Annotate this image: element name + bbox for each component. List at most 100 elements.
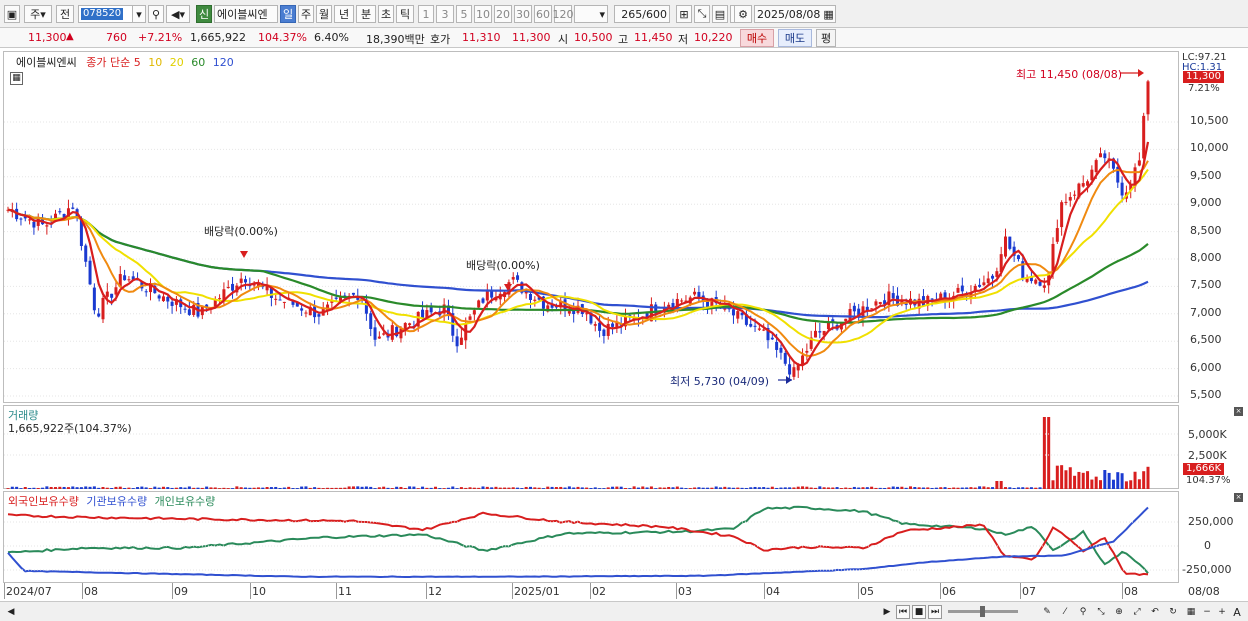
volume-bar — [54, 487, 57, 489]
legend-series-label: 종가 단순 — [86, 56, 131, 69]
candle-body — [278, 299, 282, 301]
crosshair-icon[interactable]: ⤡ — [694, 5, 710, 23]
low-price: 10,220 — [694, 31, 733, 44]
interval-5[interactable]: 5 — [456, 5, 472, 23]
volume-bar — [649, 486, 653, 489]
candle-body — [183, 308, 187, 310]
volume-bar — [421, 486, 425, 489]
volume-panel[interactable]: 거래량 1,665,922주(104.37%) — [3, 405, 1180, 489]
volume-bar — [822, 487, 826, 489]
candle-body — [956, 287, 960, 293]
tool-refresh-icon[interactable]: ↻ — [1166, 605, 1180, 619]
volume-bar — [982, 486, 986, 489]
volume-bar — [161, 486, 165, 489]
volume-bar — [41, 487, 45, 489]
candle-body — [783, 352, 787, 364]
scroll-right-icon[interactable]: ▶ — [880, 605, 894, 619]
eval-button[interactable]: 평 — [816, 29, 836, 47]
x-tick-mark — [336, 583, 337, 599]
stop-icon[interactable]: ■ — [912, 605, 926, 619]
tab-year[interactable]: 년 — [334, 5, 354, 23]
interval-dropdown[interactable]: ▾ — [574, 5, 608, 23]
search-icon[interactable]: ⚲ — [148, 5, 164, 23]
save-icon[interactable]: ▤ — [712, 5, 728, 23]
display-count-field[interactable]: 265/600 — [614, 5, 670, 23]
tab-tick[interactable]: 틱 — [396, 5, 414, 23]
volume-bar — [28, 487, 32, 489]
x-tick-mark — [250, 583, 251, 599]
tab-second[interactable]: 초 — [378, 5, 394, 23]
tab-month[interactable]: 월 — [316, 5, 332, 23]
candle-body — [516, 275, 520, 280]
candle-body — [749, 323, 753, 327]
sell-button[interactable]: 매도 — [778, 29, 812, 47]
volume-bar — [1077, 471, 1081, 489]
tab-day[interactable]: 일 — [280, 5, 296, 23]
date-field[interactable]: 2025/08/08 ▦ — [754, 5, 836, 23]
candle-body — [19, 218, 23, 220]
tool-fit-icon[interactable]: ⤢ — [1130, 605, 1144, 619]
prev-button[interactable]: 전 — [56, 5, 74, 23]
candle-body — [982, 282, 986, 286]
code-dropdown-icon[interactable]: ▾ — [132, 5, 146, 23]
zoom-out-icon[interactable]: − — [1200, 605, 1214, 619]
volume-bar — [1116, 472, 1120, 489]
tool-search-icon[interactable]: ⚲ — [1076, 605, 1090, 619]
zoom-in-icon[interactable]: + — [1215, 605, 1229, 619]
scroll-left-icon[interactable]: ◀ — [4, 605, 18, 619]
price-chart-panel[interactable]: 에이블씨엔씨 종가 단순 5 10 20 60 120 ▦ 최고 11,450 … — [3, 51, 1180, 403]
price-tick: 8,000 — [1190, 251, 1222, 264]
buy-button[interactable]: 매수 — [740, 29, 774, 47]
period-selector[interactable]: 주 ▾ — [24, 5, 52, 23]
candle-body — [1137, 160, 1141, 166]
candle-body — [818, 331, 822, 333]
tool-pen-icon[interactable]: ✎ — [1040, 605, 1054, 619]
volume-bar — [939, 487, 943, 489]
candle-body — [1008, 236, 1012, 249]
interval-20[interactable]: 20 — [494, 5, 512, 23]
tool-zoom-icon[interactable]: ⊕ — [1112, 605, 1126, 619]
candle-body — [1068, 197, 1072, 201]
interval-10[interactable]: 10 — [474, 5, 492, 23]
volume-bar — [170, 487, 174, 489]
speaker-icon[interactable]: ◀▾ — [166, 5, 190, 23]
auto-scale-icon[interactable]: A — [1230, 605, 1244, 619]
x-tick: 2024/07 — [6, 585, 52, 598]
interval-60[interactable]: 60 — [534, 5, 552, 23]
volume-bar — [62, 486, 66, 489]
tool-measure-icon[interactable]: ⤡ — [1094, 605, 1108, 619]
volume-bar — [775, 487, 779, 489]
candle-body — [429, 307, 433, 313]
tab-minute[interactable]: 분 — [356, 5, 376, 23]
volume-bar — [541, 488, 545, 489]
volume-bar — [1142, 471, 1146, 489]
candle-body — [930, 298, 934, 300]
forward-icon[interactable]: ⏭ — [928, 605, 942, 619]
zoom-slider-handle[interactable] — [980, 606, 985, 617]
interval-30[interactable]: 30 — [514, 5, 532, 23]
candle-body — [1081, 183, 1085, 187]
stock-name-field[interactable]: 에이블씨엔 — [214, 5, 278, 23]
volume-bar — [809, 487, 813, 489]
high-arrow-head — [1138, 69, 1144, 77]
candle-body — [114, 287, 118, 295]
table-toggle-icon[interactable]: ▦ — [10, 72, 23, 85]
interval-3[interactable]: 3 — [436, 5, 454, 23]
volume-bar — [960, 487, 964, 489]
volume-bar — [105, 487, 109, 489]
tool-grid-icon[interactable]: ▦ — [1184, 605, 1198, 619]
interval-120[interactable]: 120 — [553, 5, 574, 23]
volume-bar — [295, 488, 299, 489]
tool-line-icon[interactable]: ⁄ — [1058, 605, 1072, 619]
compare-icon[interactable]: ⊞ — [676, 5, 692, 23]
tab-week[interactable]: 주 — [298, 5, 314, 23]
interval-1[interactable]: 1 — [418, 5, 434, 23]
chart-menu-icon[interactable]: ▣ — [4, 5, 20, 23]
holding-panel[interactable]: 외국인보유수량 기관보유수량 개인보유수량 — [3, 491, 1180, 583]
gear-icon[interactable]: ⚙ — [734, 5, 752, 23]
volume-bar — [274, 486, 278, 489]
candle-body — [421, 309, 425, 318]
volume-bar — [334, 487, 338, 489]
tool-undo-icon[interactable]: ↶ — [1148, 605, 1162, 619]
rewind-icon[interactable]: ⏮ — [896, 605, 910, 619]
